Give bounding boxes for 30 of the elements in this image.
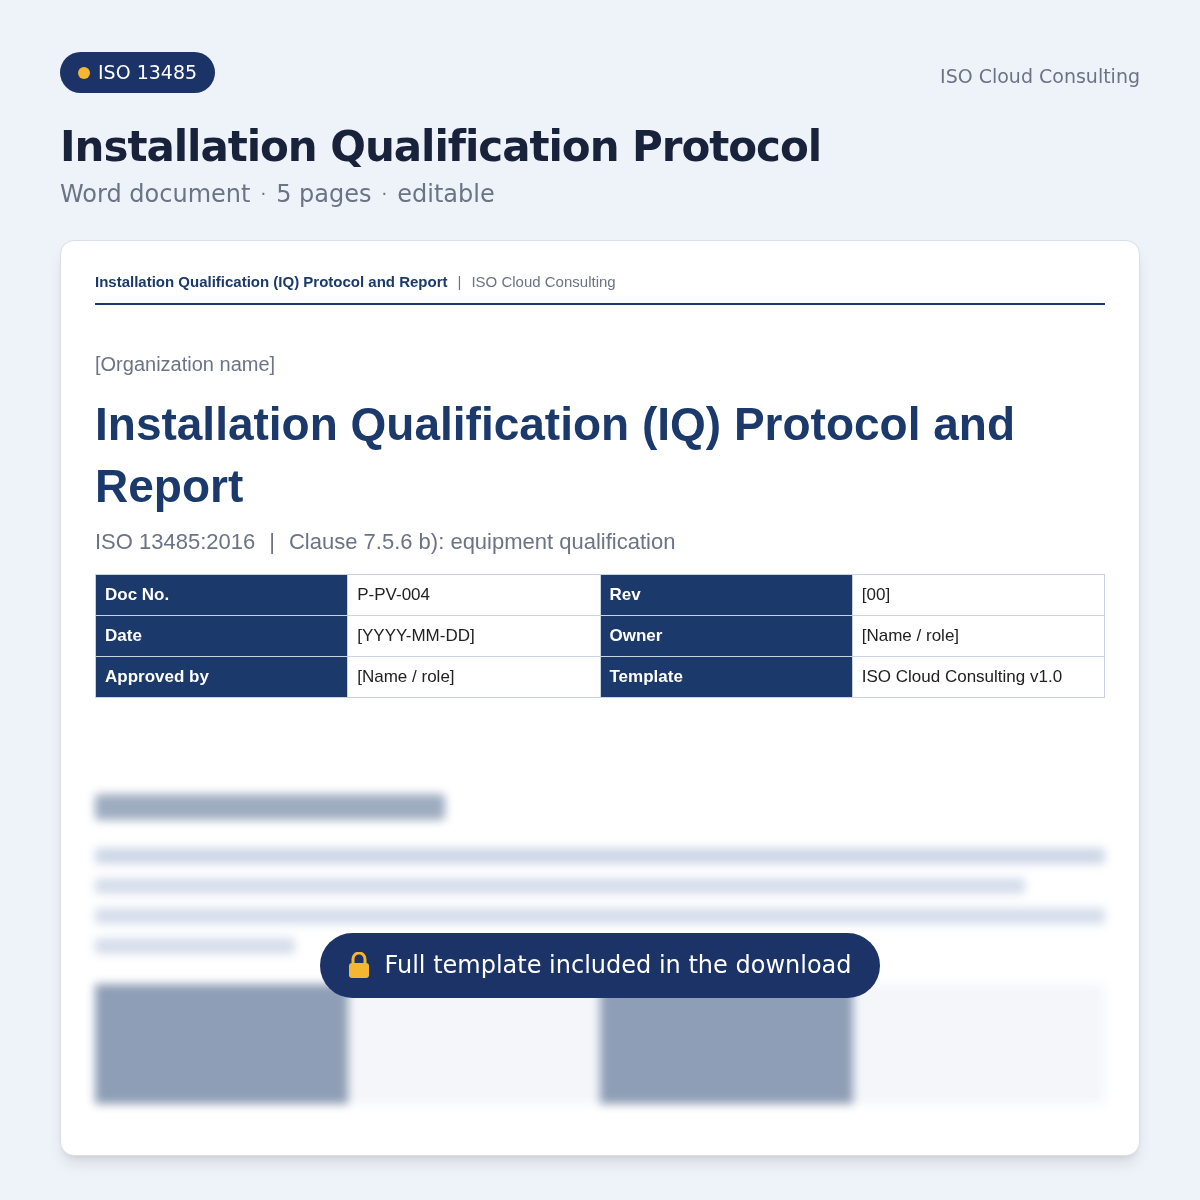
header-brand: ISO Cloud Consulting — [471, 271, 616, 292]
label-cell: Approved by — [95, 656, 348, 698]
label-cell: Owner — [600, 615, 853, 657]
meta-text: 5 pages — [276, 178, 372, 210]
separator: | — [269, 528, 275, 556]
value-cell: [Name / role] — [852, 615, 1105, 657]
document-title: Installation Qualification (IQ) Protocol and Report — [95, 397, 1017, 514]
label-cell: Rev — [600, 574, 853, 616]
separator-dot: · — [381, 182, 388, 206]
brand-name: ISO Cloud Consulting — [940, 64, 1140, 89]
header-title: Installation Qualification (IQ) Protocol and Report — [95, 271, 448, 292]
separator-dot: · — [260, 182, 267, 206]
value-cell: [YYYY-MM-DD] — [347, 615, 600, 657]
label-cell: Date — [95, 615, 348, 657]
label-cell: Doc No. — [95, 574, 348, 616]
value-cell: [00] — [852, 574, 1105, 616]
value-cell: ISO Cloud Consulting v1.0 — [852, 656, 1105, 698]
subtitle-text: ISO 13485:2016 — [95, 528, 256, 556]
meta-text: editable — [397, 178, 495, 210]
page-title: Installation Qualification Protocol — [60, 121, 823, 173]
standard-badge: ISO 13485 — [60, 52, 216, 93]
value-cell: P-PV-004 — [347, 574, 600, 616]
value-cell: [Name / role] — [347, 656, 600, 698]
organization-name: [Organization name] — [95, 353, 276, 375]
separator: | — [457, 271, 462, 292]
meta-text: Word document — [60, 178, 251, 210]
subtitle-text: Clause 7.5.6 b): equipment qualification — [288, 528, 676, 556]
label-cell: Template — [600, 656, 853, 698]
lock-icon — [348, 952, 371, 978]
download-banner: Full template included in the download — [320, 932, 880, 998]
